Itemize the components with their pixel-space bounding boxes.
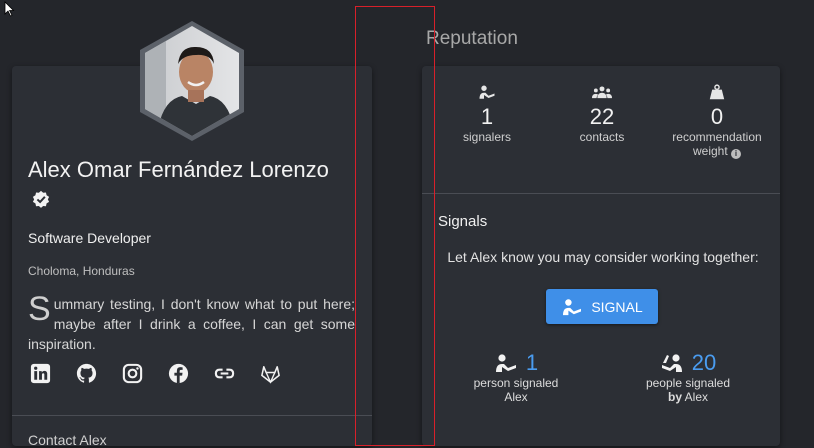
gitlab-icon[interactable] bbox=[259, 362, 282, 385]
card-divider bbox=[12, 415, 372, 416]
reputation-heading: Reputation bbox=[426, 28, 518, 49]
by-name: Alex bbox=[684, 390, 709, 404]
signal-button[interactable]: SIGNAL bbox=[546, 289, 658, 324]
profile-name-text: Alex Omar Fernández Lorenzo bbox=[28, 157, 329, 182]
social-links bbox=[29, 362, 282, 385]
avatar bbox=[138, 20, 246, 142]
signaler-person-icon bbox=[495, 354, 516, 372]
weight-label-line2: weight i bbox=[666, 144, 768, 159]
person-signaled-line1: person signaled bbox=[473, 376, 559, 390]
people-signaled-count: 20 bbox=[691, 350, 717, 375]
facebook-icon[interactable] bbox=[167, 362, 190, 385]
contact-section-heading: Contact Alex bbox=[28, 432, 107, 448]
github-icon[interactable] bbox=[75, 362, 98, 385]
signalers-count: 1 bbox=[480, 104, 494, 129]
profile-summary: Summary testing, I don't know what to pu… bbox=[28, 290, 355, 354]
signaled-person-icon bbox=[661, 354, 682, 372]
signals-title: Signals bbox=[438, 213, 488, 230]
signal-person-icon bbox=[563, 298, 582, 315]
people-signaled-stat: 20 people signaled by Alex bbox=[632, 350, 744, 404]
signal-button-label: SIGNAL bbox=[591, 298, 643, 315]
profile-job-title: Software Developer bbox=[28, 230, 151, 246]
mouse-cursor-icon bbox=[4, 1, 15, 17]
link-icon[interactable] bbox=[213, 362, 236, 385]
people-signaled-line2: by Alex bbox=[632, 390, 744, 404]
contacts-group-icon bbox=[592, 86, 612, 99]
linkedin-icon[interactable] bbox=[29, 362, 52, 385]
weight-label-line1: recommendation bbox=[672, 130, 762, 144]
person-signaled-line2: Alex bbox=[504, 390, 528, 404]
highlight-overlay bbox=[355, 6, 435, 446]
contacts-count: 22 bbox=[589, 104, 615, 129]
stat-signalers: 1 signalers bbox=[452, 82, 522, 144]
stat-recommendation-weight: 0 recommendation weight i bbox=[666, 82, 768, 159]
weight-icon bbox=[709, 84, 725, 100]
reputation-divider bbox=[422, 193, 780, 194]
person-signaled-stat: 1 person signaled Alex bbox=[458, 350, 574, 404]
profile-location: Choloma, Honduras bbox=[28, 264, 135, 278]
by-prefix: by bbox=[667, 390, 682, 404]
summary-dropcap: S bbox=[28, 290, 51, 328]
info-icon[interactable]: i bbox=[731, 149, 742, 159]
signalers-label: signalers bbox=[462, 130, 512, 144]
person-signaled-count: 1 bbox=[525, 350, 539, 375]
weight-value: 0 bbox=[710, 104, 724, 129]
signalers-icon bbox=[479, 85, 495, 99]
instagram-icon[interactable] bbox=[121, 362, 144, 385]
signals-prompt: Let Alex know you may consider working t… bbox=[447, 249, 759, 265]
people-signaled-line1: people signaled bbox=[645, 376, 731, 390]
weight-label-text: weight bbox=[692, 144, 728, 158]
stat-contacts: 22 contacts bbox=[566, 82, 638, 144]
contacts-label: contacts bbox=[579, 130, 625, 144]
profile-name: Alex Omar Fernández Lorenzo bbox=[28, 156, 348, 212]
summary-text: ummary testing, I don't know what to put… bbox=[28, 296, 355, 352]
verified-badge-icon bbox=[32, 190, 50, 208]
